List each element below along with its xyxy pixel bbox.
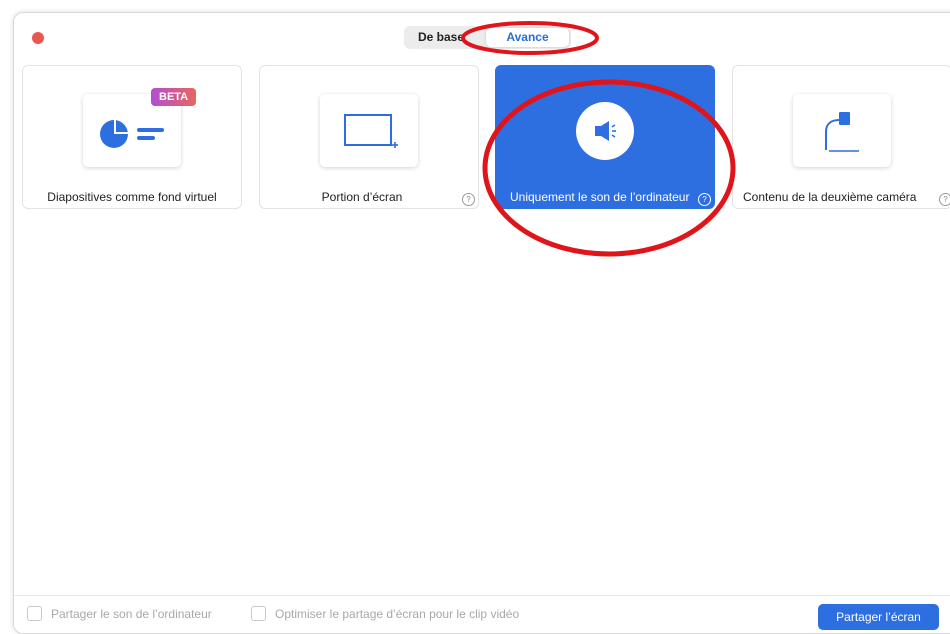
card-label: Contenu de la deuxième caméra	[743, 190, 917, 204]
card-label: Portion d’écran	[321, 190, 403, 204]
share-sound-label: Partager le son de l’ordinateur	[51, 606, 212, 621]
optimize-video-label: Optimiser le partage d’écran pour le cli…	[275, 606, 520, 621]
option-card-second-camera[interactable]: Contenu de la deuxième caméra ?	[732, 65, 950, 209]
share-screen-button[interactable]: Partager l’écran	[818, 604, 939, 630]
optimize-video-option[interactable]: Optimiser le partage d’écran pour le cli…	[251, 606, 519, 621]
document-camera-icon	[825, 112, 859, 152]
share-screen-window: De base Avance BETA Diapositives comme f…	[13, 12, 950, 634]
help-icon[interactable]: ?	[939, 193, 950, 206]
close-window-button[interactable]	[32, 32, 44, 44]
share-sound-checkbox[interactable]	[27, 606, 42, 621]
option-card-computer-sound-only[interactable]: Uniquement le son de l’ordinateur ?	[495, 65, 715, 209]
optimize-video-checkbox[interactable]	[251, 606, 266, 621]
beta-badge: BETA	[151, 88, 197, 106]
dashed-rectangle-icon	[344, 114, 398, 148]
screen-portion-icon	[320, 94, 418, 167]
card-label: Diapositives comme fond virtuel	[47, 190, 217, 204]
help-icon[interactable]: ?	[698, 193, 711, 206]
card-label: Uniquement le son de l’ordinateur	[510, 190, 690, 204]
help-icon[interactable]: ?	[462, 193, 475, 206]
tab-advanced[interactable]: Avance	[486, 28, 569, 47]
tab-basic[interactable]: De base	[406, 28, 486, 47]
option-card-slides-background[interactable]: BETA Diapositives comme fond virtuel	[22, 65, 242, 209]
option-card-screen-portion[interactable]: Portion d’écran ?	[259, 65, 479, 209]
second-camera-icon	[793, 94, 891, 167]
share-computer-sound-option[interactable]: Partager le son de l’ordinateur	[27, 606, 212, 621]
options-footer: Partager le son de l’ordinateur Optimise…	[14, 595, 950, 633]
speaker-icon	[576, 102, 634, 160]
mode-segmented-control: De base Avance	[404, 26, 571, 49]
